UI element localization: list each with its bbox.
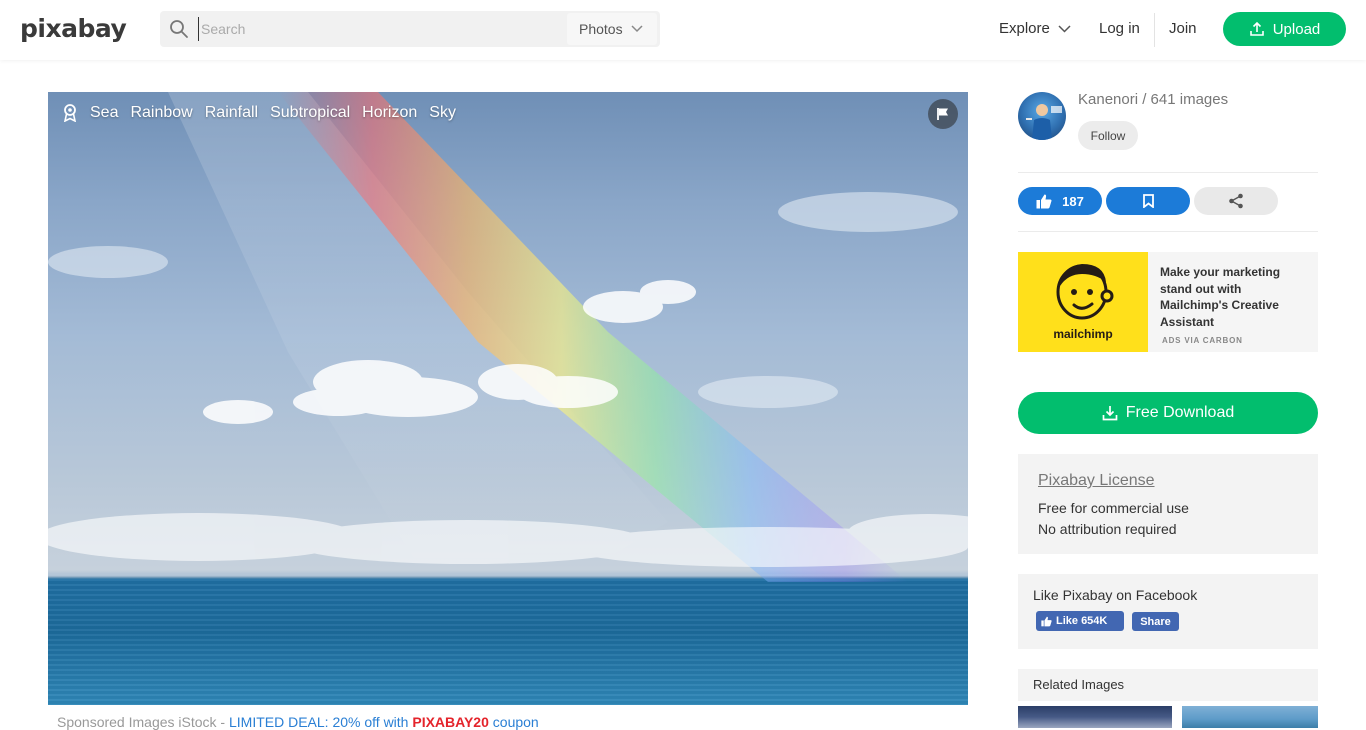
free-download-button[interactable]: Free Download [1018, 392, 1318, 434]
related-image-thumbnail[interactable] [1182, 706, 1318, 728]
nav-explore-label: Explore [999, 20, 1050, 37]
download-icon [1102, 406, 1118, 421]
like-count: 187 [1062, 193, 1084, 209]
facebook-title: Like Pixabay on Facebook [1033, 587, 1198, 603]
search-bar: Photos [160, 11, 660, 47]
nav-join[interactable]: Join [1169, 20, 1197, 37]
tag-link[interactable]: Rainfall [205, 104, 258, 122]
mailchimp-logo-icon [1056, 264, 1114, 320]
pixabay-logo[interactable]: pixabay [20, 14, 127, 43]
upload-button[interactable]: Upload [1223, 12, 1346, 46]
share-icon [1229, 193, 1243, 209]
thumbs-up-icon [1036, 194, 1052, 208]
chevron-down-icon [631, 25, 643, 33]
facebook-like-button[interactable]: Like 654K [1036, 611, 1124, 631]
upload-label: Upload [1272, 20, 1321, 38]
nav-login[interactable]: Log in [1099, 20, 1140, 37]
upload-icon [1249, 21, 1264, 36]
search-icon[interactable] [169, 19, 189, 39]
ad-brand: mailchimp [1053, 327, 1113, 341]
cloud-shapes [48, 192, 968, 567]
nav-explore[interactable]: Explore [999, 20, 1071, 37]
license-link[interactable]: Pixabay License [1038, 472, 1155, 490]
chevron-down-icon [1058, 24, 1071, 33]
award-icon [63, 104, 77, 122]
license-line: No attribution required [1038, 521, 1177, 537]
related-image-thumbnail[interactable] [1018, 706, 1172, 728]
report-button[interactable] [928, 99, 958, 129]
facebook-share-button[interactable]: Share [1132, 612, 1179, 631]
related-images-header: Related Images [1018, 669, 1318, 701]
divider [1018, 172, 1318, 173]
search-type-label: Photos [579, 21, 623, 37]
tag-link[interactable]: Sky [429, 104, 456, 122]
author-avatar[interactable] [1018, 92, 1066, 140]
tag-link[interactable]: Sea [90, 104, 118, 122]
license-box: Pixabay License Free for commercial use … [1018, 454, 1318, 554]
flag-icon [937, 108, 948, 120]
related-images-title: Related Images [1033, 677, 1125, 692]
photo-tags: Sea Rainbow Rainfall Subtropical Horizon… [62, 104, 456, 122]
facebook-like-label: Like 654K [1056, 615, 1108, 627]
ad-image[interactable]: mailchimp [1018, 252, 1148, 352]
like-button[interactable]: 187 [1018, 187, 1102, 215]
bookmark-button[interactable] [1106, 187, 1190, 215]
license-line: Free for commercial use [1038, 500, 1189, 516]
top-header: pixabay Photos Explore Log in Join Uploa… [0, 0, 1366, 60]
carbon-ad[interactable]: mailchimp Make your marketing stand out … [1018, 252, 1318, 352]
ad-text[interactable]: Make your marketing stand out with Mailc… [1160, 264, 1310, 330]
share-button[interactable] [1194, 187, 1278, 215]
search-input[interactable] [198, 17, 558, 41]
bookmark-icon [1142, 194, 1154, 208]
avatar-image [1026, 104, 1062, 140]
nav-divider [1154, 13, 1155, 47]
divider [1018, 231, 1318, 232]
follow-button[interactable]: Follow [1078, 121, 1138, 150]
tag-link[interactable]: Subtropical [270, 104, 350, 122]
thumbs-up-icon [1041, 616, 1052, 626]
search-type-dropdown[interactable]: Photos [567, 13, 657, 45]
ad-via[interactable]: ADS VIA CARBON [1162, 336, 1243, 345]
facebook-box: Like Pixabay on Facebook Like 654K Share [1018, 574, 1318, 649]
author-name[interactable]: Kanenori / 641 images [1078, 91, 1228, 108]
download-label: Free Download [1125, 404, 1235, 421]
tag-link[interactable]: Rainbow [130, 104, 192, 122]
tag-link[interactable]: Horizon [362, 104, 417, 122]
main-photo[interactable]: Sea Rainbow Rainfall Subtropical Horizon… [48, 92, 968, 705]
sea-surface [48, 574, 968, 705]
